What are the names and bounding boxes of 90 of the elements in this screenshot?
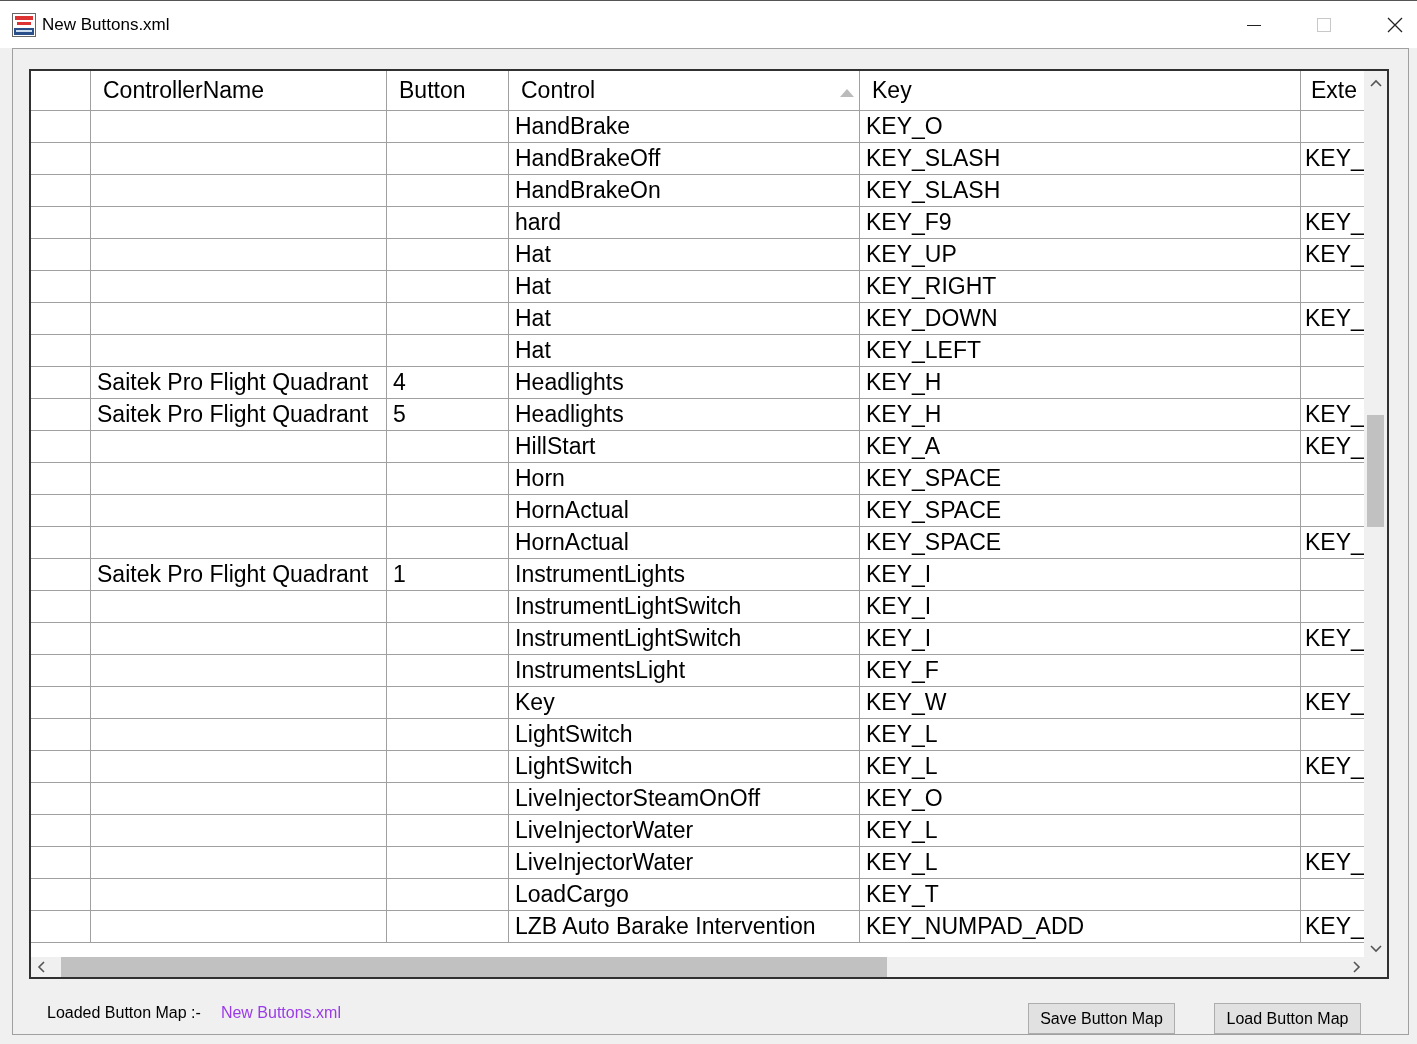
table-cell: LiveInjectorWater xyxy=(515,817,694,844)
table-cell: KEY_ xyxy=(1305,689,1364,716)
table-cell: KEY_SLASH xyxy=(866,145,1001,172)
vertical-scrollbar[interactable] xyxy=(1364,71,1387,957)
table-cell: KEY_ xyxy=(1305,625,1364,652)
file-link[interactable]: New Buttons.xml xyxy=(220,1003,341,1022)
table-cell: KEY_ xyxy=(1305,145,1364,172)
table-cell: KEY_RIGHT xyxy=(866,273,997,300)
table-cell: Saitek Pro Flight Quadrant xyxy=(97,561,369,588)
table-cell: KEY_ xyxy=(1305,209,1364,236)
table-cell: 5 xyxy=(393,401,406,428)
column-header[interactable]: Exte xyxy=(1301,71,1364,110)
action-button[interactable]: Save Button Map xyxy=(1028,1003,1175,1034)
table-cell: Hat xyxy=(515,273,551,300)
table-cell: KEY_I xyxy=(866,625,932,652)
horizontal-scrollbar[interactable] xyxy=(31,957,1387,977)
column-header[interactable]: Button xyxy=(387,71,509,110)
table-cell: Headlights xyxy=(515,369,624,396)
table-cell: LiveInjectorWater xyxy=(515,849,694,876)
table-cell: KEY_SPACE xyxy=(866,529,1002,556)
table-cell: LoadCargo xyxy=(515,881,629,908)
table-cell: LZB Auto Barake Intervention xyxy=(515,913,816,940)
table-cell: InstrumentLightSwitch xyxy=(515,593,742,620)
table-cell: KEY_I xyxy=(866,593,932,620)
table-cell: HillStart xyxy=(515,433,596,460)
app-icon xyxy=(12,12,36,37)
table-cell: KEY_SPACE xyxy=(866,465,1002,492)
table-cell: Hat xyxy=(515,337,551,364)
table-cell: 4 xyxy=(393,369,406,396)
table-cell: InstrumentLightSwitch xyxy=(515,625,742,652)
scroll-right-icon[interactable] xyxy=(1353,961,1361,973)
column-header[interactable]: Key xyxy=(860,71,1301,110)
table-cell: KEY_ xyxy=(1305,753,1364,780)
table-cell: KEY_W xyxy=(866,689,947,716)
table-cell: KEY_L xyxy=(866,817,938,844)
table-cell: KEY_L xyxy=(866,849,938,876)
window-title: New Buttons.xml xyxy=(42,14,170,35)
table-cell: KEY_ xyxy=(1305,305,1364,332)
table-cell: KEY_T xyxy=(866,881,939,908)
scroll-down-icon[interactable] xyxy=(1369,945,1382,953)
table-cell: KEY_SPACE xyxy=(866,497,1002,524)
table-cell: KEY_O xyxy=(866,113,943,140)
table-cell: KEY_ xyxy=(1305,913,1364,940)
table-cell: KEY_F9 xyxy=(866,209,952,236)
table-cell: KEY_DOWN xyxy=(866,305,998,332)
table-cell: LiveInjectorSteamOnOff xyxy=(515,785,761,812)
table-cell: Headlights xyxy=(515,401,624,428)
table-cell: HornActual xyxy=(515,497,629,524)
table-cell: KEY_SLASH xyxy=(866,177,1001,204)
close-icon[interactable] xyxy=(1387,16,1403,33)
table-cell: InstrumentLights xyxy=(515,561,686,588)
table-cell: KEY_L xyxy=(866,721,938,748)
column-header[interactable]: ControllerName xyxy=(91,71,387,110)
table-cell: KEY_I xyxy=(866,561,932,588)
status-label: Loaded Button Map :- xyxy=(47,1003,201,1022)
table-cell: 1 xyxy=(393,561,406,588)
table-cell: KEY_NUMPAD_ADD xyxy=(866,913,1085,940)
scrollbar-thumb[interactable] xyxy=(61,957,887,977)
table-cell: HandBrakeOff xyxy=(515,145,661,172)
table-cell: HornActual xyxy=(515,529,629,556)
table-cell: Horn xyxy=(515,465,565,492)
table-cell: Saitek Pro Flight Quadrant xyxy=(97,401,369,428)
table-cell: KEY_ xyxy=(1305,849,1364,876)
table-cell: KEY_ xyxy=(1305,241,1364,268)
table-cell: KEY_H xyxy=(866,401,942,428)
table-cell: KEY_A xyxy=(866,433,941,460)
table-cell: KEY_L xyxy=(866,753,938,780)
table-cell: KEY_ xyxy=(1305,401,1364,428)
table-cell: Hat xyxy=(515,241,551,268)
table-cell: KEY_ xyxy=(1305,529,1364,556)
scroll-up-icon[interactable] xyxy=(1369,79,1382,87)
table-cell: InstrumentsLight xyxy=(515,657,686,684)
table-cell: HandBrakeOn xyxy=(515,177,661,204)
scrollbar-thumb[interactable] xyxy=(1367,415,1384,527)
table-cell: Key xyxy=(515,689,555,716)
action-button[interactable]: Load Button Map xyxy=(1214,1003,1361,1034)
table-cell: KEY_H xyxy=(866,369,942,396)
table-cell: LightSwitch xyxy=(515,721,633,748)
table-cell: LightSwitch xyxy=(515,753,633,780)
table-cell: KEY_F xyxy=(866,657,939,684)
scroll-left-icon[interactable] xyxy=(37,961,45,973)
table-cell: hard xyxy=(515,209,562,236)
table-cell: KEY_UP xyxy=(866,241,957,268)
column-header[interactable]: Control xyxy=(509,71,860,110)
table-cell: Hat xyxy=(515,305,551,332)
table-cell: Saitek Pro Flight Quadrant xyxy=(97,369,369,396)
table-cell: KEY_ xyxy=(1305,433,1364,460)
table-cell: HandBrake xyxy=(515,113,631,140)
table-cell: KEY_LEFT xyxy=(866,337,982,364)
table-cell: KEY_O xyxy=(866,785,943,812)
